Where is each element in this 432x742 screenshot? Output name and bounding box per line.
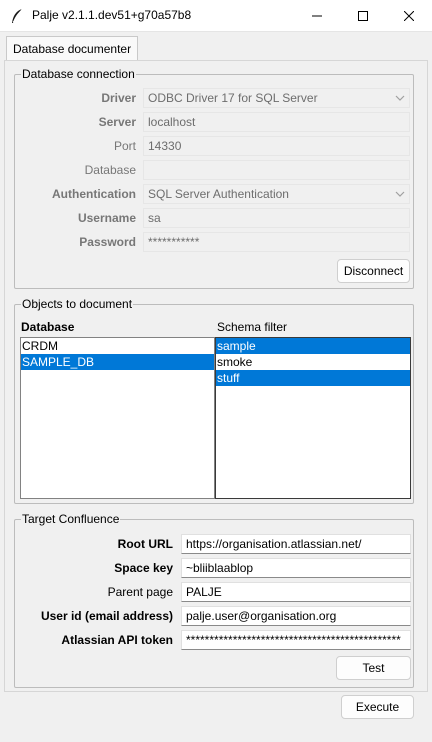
port-field[interactable]: 14330 [143,136,410,156]
group-title: Objects to document [21,297,134,311]
database-field[interactable] [143,160,410,180]
close-button[interactable] [386,0,432,32]
api-token-label: Atlassian API token [61,633,173,647]
list-item[interactable]: smoke [216,354,410,370]
driver-label: Driver [101,91,136,105]
schema-filter-header: Schema filter [217,320,288,334]
close-icon [404,11,414,21]
username-field[interactable]: sa [143,208,410,228]
title-bar: Palje v2.1.1.dev51+g70a57b8 [0,0,432,32]
schema-filter-listbox[interactable]: sample smoke stuff [215,337,411,499]
password-field[interactable]: *********** [143,232,410,252]
database-listbox[interactable]: CRDM SAMPLE_DB [20,337,215,499]
target-confluence-group: Target Confluence Root URL https://organ… [14,512,414,688]
chevron-down-icon [395,95,405,101]
minimize-button[interactable] [294,0,340,32]
parent-page-field[interactable]: PALJE [181,582,411,602]
list-item[interactable]: SAMPLE_DB [21,354,214,370]
list-item[interactable]: CRDM [21,338,214,354]
minimize-icon [312,15,322,17]
tab-database-documenter[interactable]: Database documenter [6,36,139,61]
objects-to-document-group: Objects to document Database Schema filt… [14,297,414,504]
server-field[interactable]: localhost [143,112,410,132]
database-column-header: Database [21,320,75,334]
group-title: Target Confluence [21,512,121,526]
window-title: Palje v2.1.1.dev51+g70a57b8 [32,8,192,22]
test-button[interactable]: Test [336,656,411,680]
authentication-label: Authentication [52,187,136,201]
database-label: Database [84,163,136,177]
group-title: Database connection [21,67,136,81]
server-label: Server [98,115,136,129]
maximize-button[interactable] [340,0,386,32]
driver-combobox[interactable]: ODBC Driver 17 for SQL Server [143,88,410,108]
user-id-field[interactable]: palje.user@organisation.org [181,606,411,626]
space-key-label: Space key [114,561,173,575]
authentication-value: SQL Server Authentication [148,187,289,201]
chevron-down-icon [395,191,405,197]
space-key-field[interactable]: ~bliiblaablop [181,558,411,578]
database-connection-group: Database connection Driver ODBC Driver 1… [14,67,414,289]
maximize-icon [358,11,368,21]
execute-button[interactable]: Execute [341,695,414,719]
list-item[interactable]: stuff [216,370,410,386]
username-label: Username [77,211,136,225]
root-url-label: Root URL [117,537,173,551]
driver-value: ODBC Driver 17 for SQL Server [148,91,318,105]
disconnect-button[interactable]: Disconnect [337,259,410,283]
user-id-label: User id (email address) [40,609,173,623]
root-url-field[interactable]: https://organisation.atlassian.net/ [181,534,411,554]
authentication-combobox[interactable]: SQL Server Authentication [143,184,410,204]
port-label: Port [113,139,136,153]
list-item[interactable]: sample [216,338,410,354]
parent-page-label: Parent page [107,585,173,599]
feather-icon [12,8,23,23]
api-token-field[interactable]: ****************************************… [181,630,411,650]
password-label: Password [79,235,136,249]
